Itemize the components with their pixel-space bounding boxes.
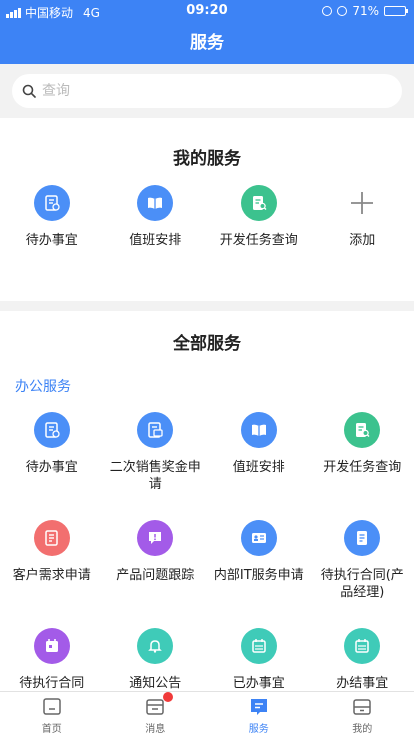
all-services-card: 全部服务 办公服务 待办事宜 二次销售奖金申请 值班安排 开发任务查询 客户需求…	[0, 311, 414, 691]
id-card-icon	[240, 520, 277, 556]
group-label-office: 办公服务	[15, 379, 71, 395]
service-label: 待执行合同	[19, 676, 85, 691]
service-issue-tracking[interactable]: 产品问题跟踪	[104, 520, 208, 628]
my-services-title: 我的服务	[173, 149, 241, 169]
bonus-icon	[137, 412, 174, 448]
search-bar[interactable]	[12, 74, 402, 108]
add-service-button[interactable]: 添加	[311, 185, 414, 249]
search-section	[0, 64, 414, 118]
service-icon	[250, 699, 267, 715]
request-icon	[33, 520, 70, 556]
alarm-icon	[337, 6, 348, 16]
calendar-icon	[33, 628, 70, 664]
service-dev-task[interactable]: 开发任务查询	[311, 412, 414, 520]
my-service-duty[interactable]: 值班安排	[104, 185, 208, 249]
service-label: 办结事宜	[336, 676, 389, 691]
search-icon	[22, 84, 36, 98]
service-bonus[interactable]: 二次销售奖金申请	[104, 412, 208, 520]
my-service-label: 待办事宜	[25, 233, 78, 248]
my-service-label: 开发任务查询	[219, 233, 298, 248]
all-services-grid: 待办事宜 二次销售奖金申请 值班安排 开发任务查询 客户需求申请 产品问题跟踪 …	[0, 412, 414, 691]
my-service-label: 值班安排	[129, 233, 182, 248]
page-title: 服务	[0, 22, 414, 64]
todo-icon	[33, 185, 70, 221]
tab-label: 服务	[248, 724, 269, 735]
all-services-title: 全部服务	[173, 334, 241, 354]
my-service-todo[interactable]: 待办事宜	[0, 185, 104, 249]
search-input[interactable]	[42, 83, 362, 99]
rotation-lock-icon	[322, 6, 333, 16]
tab-profile[interactable]: 我的	[311, 692, 414, 736]
service-internal-it[interactable]: 内部IT服务申请	[207, 520, 311, 628]
plus-icon	[344, 185, 380, 221]
service-contract[interactable]: 待执行合同	[0, 628, 104, 691]
book-icon	[137, 185, 174, 221]
service-notice[interactable]: 通知公告	[104, 628, 208, 691]
tab-messages[interactable]: 消息	[104, 692, 208, 736]
tab-label: 我的	[352, 724, 373, 735]
tab-label: 消息	[145, 724, 166, 735]
add-label: 添加	[349, 233, 376, 248]
service-finished[interactable]: 办结事宜	[311, 628, 414, 691]
battery-text: 71%	[352, 4, 379, 18]
issue-icon	[137, 520, 174, 556]
service-label: 二次销售奖金申请	[109, 460, 201, 492]
status-right: 71%	[322, 4, 408, 18]
home-icon	[43, 698, 61, 715]
service-customer-request[interactable]: 客户需求申请	[0, 520, 104, 628]
status-bar: 中国移动 4G 09:20 71%	[0, 0, 414, 22]
service-label: 待办事宜	[25, 460, 78, 475]
calendar-grid-icon	[240, 628, 277, 664]
my-service-dev-task[interactable]: 开发任务查询	[207, 185, 311, 249]
battery-icon	[384, 6, 408, 16]
my-services-card: 我的服务 待办事宜 值班安排 开发任务查询 添加	[0, 118, 414, 301]
service-done[interactable]: 已办事宜	[207, 628, 311, 691]
task-search-icon	[240, 185, 277, 221]
service-label: 值班安排	[232, 460, 285, 475]
message-icon	[146, 699, 164, 715]
service-label: 通知公告	[129, 676, 182, 691]
profile-icon	[353, 699, 371, 715]
service-label: 内部IT服务申请	[213, 568, 304, 583]
tab-service[interactable]: 服务	[207, 692, 311, 736]
book-icon	[240, 412, 277, 448]
tab-label: 首页	[41, 724, 62, 735]
tab-home[interactable]: 首页	[0, 692, 104, 736]
service-contract-pm[interactable]: 待执行合同(产品经理)	[311, 520, 414, 628]
todo-icon	[33, 412, 70, 448]
service-duty[interactable]: 值班安排	[207, 412, 311, 520]
unread-badge	[162, 692, 173, 702]
service-label: 客户需求申请	[12, 568, 91, 583]
service-label: 待执行合同(产品经理)	[320, 568, 404, 600]
calendar-grid-icon	[344, 628, 381, 664]
service-label: 已办事宜	[232, 676, 285, 691]
service-label: 开发任务查询	[323, 460, 402, 475]
bell-icon	[137, 628, 174, 664]
contract-icon	[344, 520, 381, 556]
my-services-grid: 待办事宜 值班安排 开发任务查询 添加	[0, 185, 414, 249]
service-label: 产品问题跟踪	[116, 568, 195, 583]
tab-bar: 首页 消息 服务 我的	[0, 691, 414, 736]
service-todo[interactable]: 待办事宜	[0, 412, 104, 520]
task-search-icon	[344, 412, 381, 448]
